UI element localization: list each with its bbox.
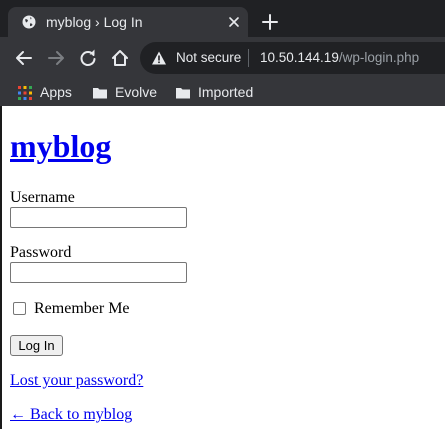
browser-toolbar: Not secure 10.50.144.19/wp-login.php — [0, 37, 445, 79]
login-button[interactable]: Log In — [10, 335, 63, 356]
home-icon[interactable] — [110, 48, 130, 68]
security-status[interactable]: Not secure — [176, 50, 241, 65]
omnibox-divider — [248, 49, 249, 67]
bookmark-folder-evolve[interactable]: Evolve — [93, 83, 163, 103]
address-bar[interactable]: Not secure 10.50.144.19/wp-login.php — [140, 42, 445, 74]
bookmark-label: Evolve — [115, 84, 158, 100]
forward-arrow-icon[interactable] — [46, 48, 66, 68]
remember-me-label[interactable]: Remember Me — [34, 300, 130, 318]
tab-title: myblog › Log In — [46, 14, 143, 30]
back-to-blog-link[interactable]: ← Back to myblog — [10, 406, 132, 424]
password-label: Password — [10, 244, 72, 261]
site-title-link[interactable]: myblog — [10, 128, 111, 165]
new-tab-icon[interactable] — [261, 13, 279, 31]
username-field[interactable] — [10, 207, 187, 228]
bookmark-apps[interactable]: Apps — [18, 83, 78, 103]
folder-icon — [176, 88, 190, 99]
url-path: /wp-login.php — [338, 50, 420, 65]
apps-grid-icon — [18, 86, 32, 100]
lost-password-link[interactable]: Lost your password? — [10, 372, 143, 390]
bookmarks-bar: Apps Evolve Imported — [0, 79, 445, 106]
url-host: 10.50.144.19 — [260, 50, 339, 65]
reload-icon[interactable] — [78, 48, 98, 68]
bookmark-label: Imported — [198, 84, 254, 100]
password-field[interactable] — [10, 262, 187, 283]
warning-icon[interactable] — [151, 50, 167, 66]
bookmark-label: Apps — [40, 84, 72, 100]
remember-me-checkbox[interactable] — [13, 302, 26, 315]
page-content: myblog Username Password Remember Me Log… — [0, 106, 445, 429]
url-text[interactable]: 10.50.144.19/wp-login.php — [260, 50, 419, 65]
bookmark-folder-imported[interactable]: Imported — [176, 83, 266, 103]
browser-tab[interactable]: myblog › Log In — [8, 7, 248, 37]
back-arrow-icon[interactable] — [14, 48, 34, 68]
folder-icon — [93, 88, 107, 99]
close-tab-icon[interactable] — [225, 13, 243, 31]
globe-icon — [22, 15, 36, 29]
username-label: Username — [10, 189, 75, 206]
browser-chrome: myblog › Log In Not secure 10.50.144.19/… — [0, 0, 445, 106]
